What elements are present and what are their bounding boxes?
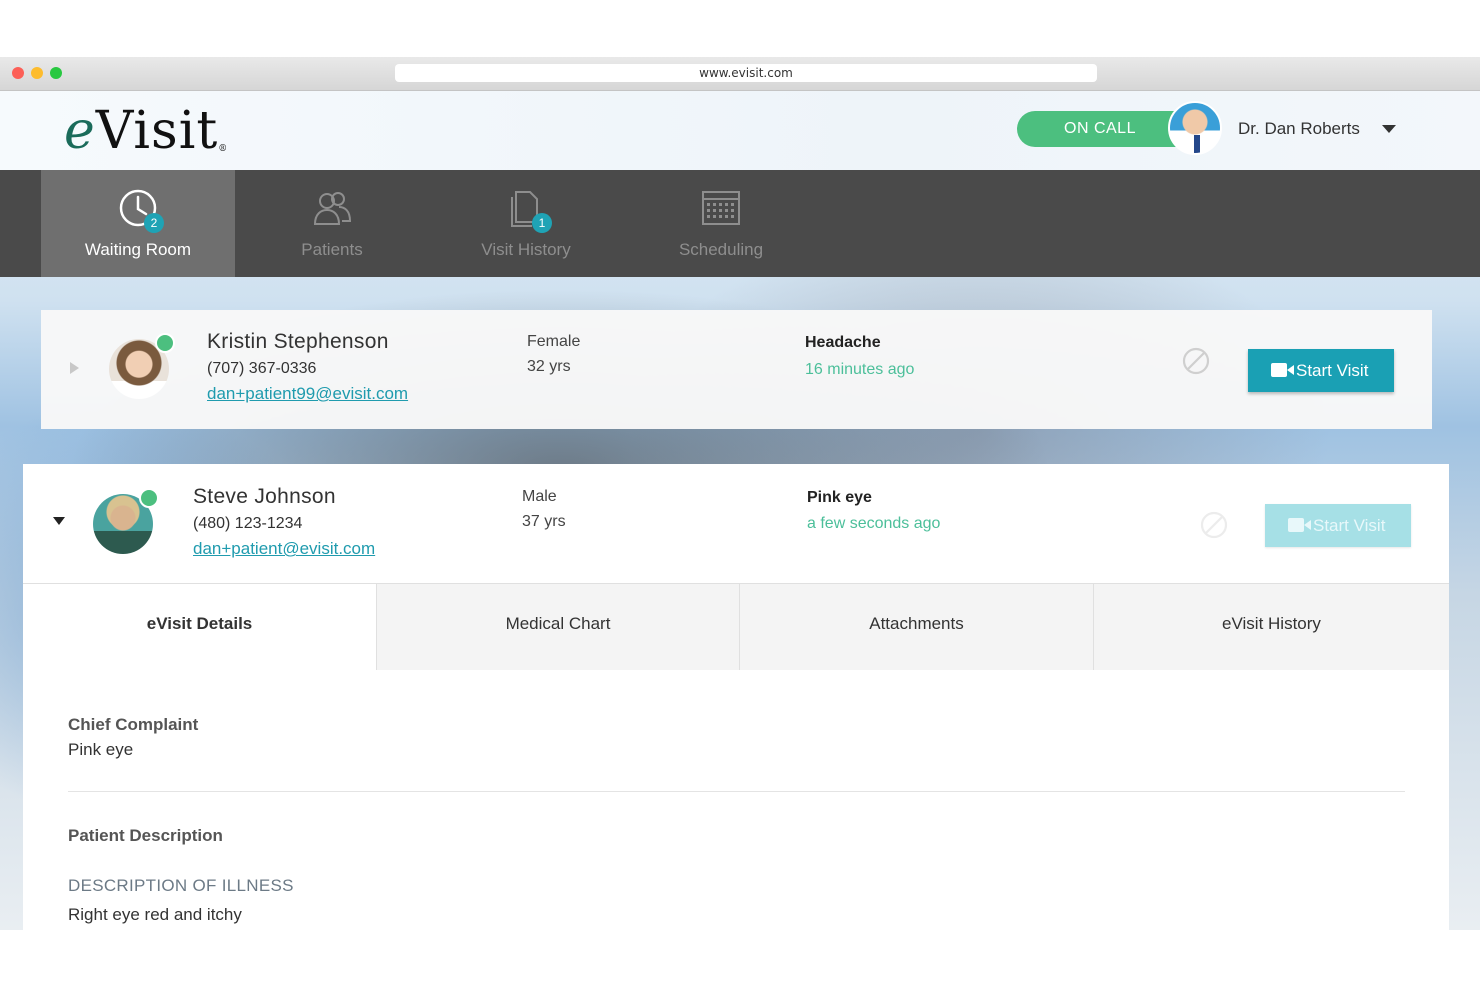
people-icon	[313, 192, 352, 225]
minimize-window-button[interactable]	[31, 67, 43, 79]
tab-scheduling[interactable]: Scheduling	[624, 170, 818, 277]
patient-complaint: Pink eye	[807, 489, 872, 506]
start-visit-label: Start Visit	[1296, 361, 1369, 380]
online-status-dot	[139, 488, 159, 508]
tab-visit-history[interactable]: 1 Visit History	[429, 170, 623, 277]
online-status-dot	[155, 333, 175, 353]
description-of-illness-value: Right eye red and itchy	[68, 905, 242, 924]
patient-complaint: Headache	[805, 334, 881, 351]
collapse-arrow-icon[interactable]	[53, 517, 65, 525]
browser-toolbar: www.evisit.com	[0, 57, 1480, 91]
patient-gender: Male	[522, 488, 557, 505]
video-camera-icon	[1271, 363, 1294, 377]
start-visit-button[interactable]: Start Visit	[1265, 504, 1411, 547]
cancel-visit-icon[interactable]	[1200, 511, 1228, 539]
logo-text: Visit	[95, 101, 219, 161]
chevron-down-icon[interactable]	[1382, 125, 1396, 133]
cancel-visit-icon[interactable]	[1182, 347, 1210, 375]
address-bar[interactable]: www.evisit.com	[395, 64, 1097, 82]
patient-age: 32 yrs	[527, 358, 571, 375]
detail-tabs: eVisit Details Medical Chart Attachments…	[23, 583, 1449, 670]
patient-age: 37 yrs	[522, 513, 566, 530]
section-divider	[68, 791, 1405, 792]
chief-complaint-value: Pink eye	[68, 740, 134, 759]
chief-complaint-label: Chief Complaint	[68, 715, 199, 734]
description-of-illness-label: DESCRIPTION OF ILLNESS	[68, 876, 294, 895]
evisit-logo[interactable]: eVisit®	[64, 101, 228, 161]
patient-email-link[interactable]: dan+patient99@evisit.com	[207, 384, 408, 404]
user-name[interactable]: Dr. Dan Roberts	[1238, 119, 1360, 139]
patient-phone: (707) 367-0336	[207, 360, 317, 377]
patient-name: Kristin Stephenson	[207, 330, 389, 353]
waiting-room-badge: 2	[144, 213, 164, 233]
tab-label: Scheduling	[678, 240, 764, 259]
wait-time: 16 minutes ago	[805, 361, 915, 378]
expand-arrow-icon[interactable]	[70, 362, 79, 374]
tab-label: Waiting Room	[84, 240, 192, 259]
app-window: eVisit® ON CALL Dr. Dan Roberts 2 Waitin…	[0, 91, 1480, 930]
patient-gender: Female	[527, 333, 581, 350]
tab-evisit-history[interactable]: eVisit History	[1093, 584, 1449, 670]
tab-attachments[interactable]: Attachments	[739, 584, 1093, 670]
visit-history-badge: 1	[532, 213, 552, 233]
tab-label: Visit History	[481, 240, 571, 259]
main-nav: 2 Waiting Room Patients 1 Visit History	[0, 170, 1480, 277]
patient-phone: (480) 123-1234	[193, 515, 303, 532]
app-header: eVisit® ON CALL Dr. Dan Roberts	[0, 91, 1480, 170]
calendar-icon	[702, 191, 740, 225]
start-visit-label: Start Visit	[1313, 516, 1386, 535]
patient-avatar	[93, 488, 159, 554]
registered-mark: ®	[218, 144, 229, 154]
patient-avatar	[109, 333, 175, 399]
patient-card-expanded[interactable]: Steve Johnson (480) 123-1234 dan+patient…	[23, 464, 1449, 930]
tab-label: Patients	[301, 240, 363, 259]
start-visit-button[interactable]: Start Visit	[1248, 349, 1394, 392]
doctor-avatar[interactable]	[1168, 101, 1222, 155]
patient-name: Steve Johnson	[193, 485, 336, 508]
tab-evisit-details[interactable]: eVisit Details	[23, 584, 376, 670]
maximize-window-button[interactable]	[50, 67, 62, 79]
wait-time: a few seconds ago	[807, 515, 941, 532]
video-camera-icon	[1288, 518, 1311, 532]
logo-e: e	[64, 101, 96, 161]
tab-patients[interactable]: Patients	[235, 170, 429, 277]
avatar-tie	[1194, 135, 1200, 153]
close-window-button[interactable]	[12, 67, 24, 79]
tab-medical-chart[interactable]: Medical Chart	[376, 584, 739, 670]
patient-card[interactable]: Kristin Stephenson (707) 367-0336 dan+pa…	[41, 310, 1432, 429]
patient-email-link[interactable]: dan+patient@evisit.com	[193, 539, 375, 559]
tab-waiting-room[interactable]: 2 Waiting Room	[41, 170, 235, 277]
patient-description-label: Patient Description	[68, 826, 223, 845]
